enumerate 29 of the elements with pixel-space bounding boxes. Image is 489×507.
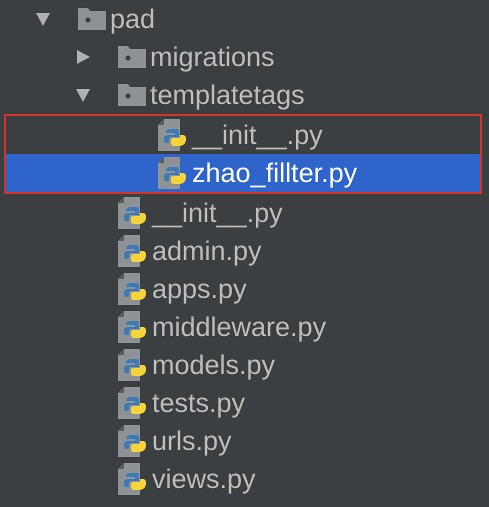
- python-file-icon: [118, 349, 148, 381]
- python-file-icon: [118, 425, 148, 457]
- python-file-icon: [118, 463, 148, 495]
- folder-icon: [78, 8, 106, 30]
- python-file-icon: [118, 197, 148, 229]
- tree-item[interactable]: urls.py: [0, 422, 489, 460]
- tree-item[interactable]: migrations: [0, 38, 489, 76]
- tree-item[interactable]: views.py: [0, 460, 489, 498]
- folder-icon: [118, 46, 146, 68]
- folder-icon: [118, 84, 146, 106]
- tree-item[interactable]: zhao_fillter.py: [6, 154, 480, 192]
- tree-item[interactable]: __init__.py: [0, 194, 489, 232]
- tree-item[interactable]: __init__.py: [6, 116, 480, 154]
- expand-arrow-icon[interactable]: [35, 11, 51, 27]
- python-file-icon: [118, 235, 148, 267]
- python-file-icon: [118, 311, 148, 343]
- tree-item[interactable]: apps.py: [0, 270, 489, 308]
- tree-item[interactable]: templatetags: [0, 76, 489, 114]
- expand-arrow-icon[interactable]: [75, 49, 91, 65]
- expand-arrow-icon[interactable]: [75, 87, 91, 103]
- python-file-icon: [118, 273, 148, 305]
- python-file-icon: [158, 119, 188, 151]
- python-file-icon: [118, 387, 148, 419]
- tree-item[interactable]: admin.py: [0, 232, 489, 270]
- tree-item[interactable]: models.py: [0, 346, 489, 384]
- python-file-icon: [158, 157, 188, 189]
- tree-item[interactable]: pad: [0, 0, 489, 38]
- tree-item[interactable]: middleware.py: [0, 308, 489, 346]
- tree-item[interactable]: tests.py: [0, 384, 489, 422]
